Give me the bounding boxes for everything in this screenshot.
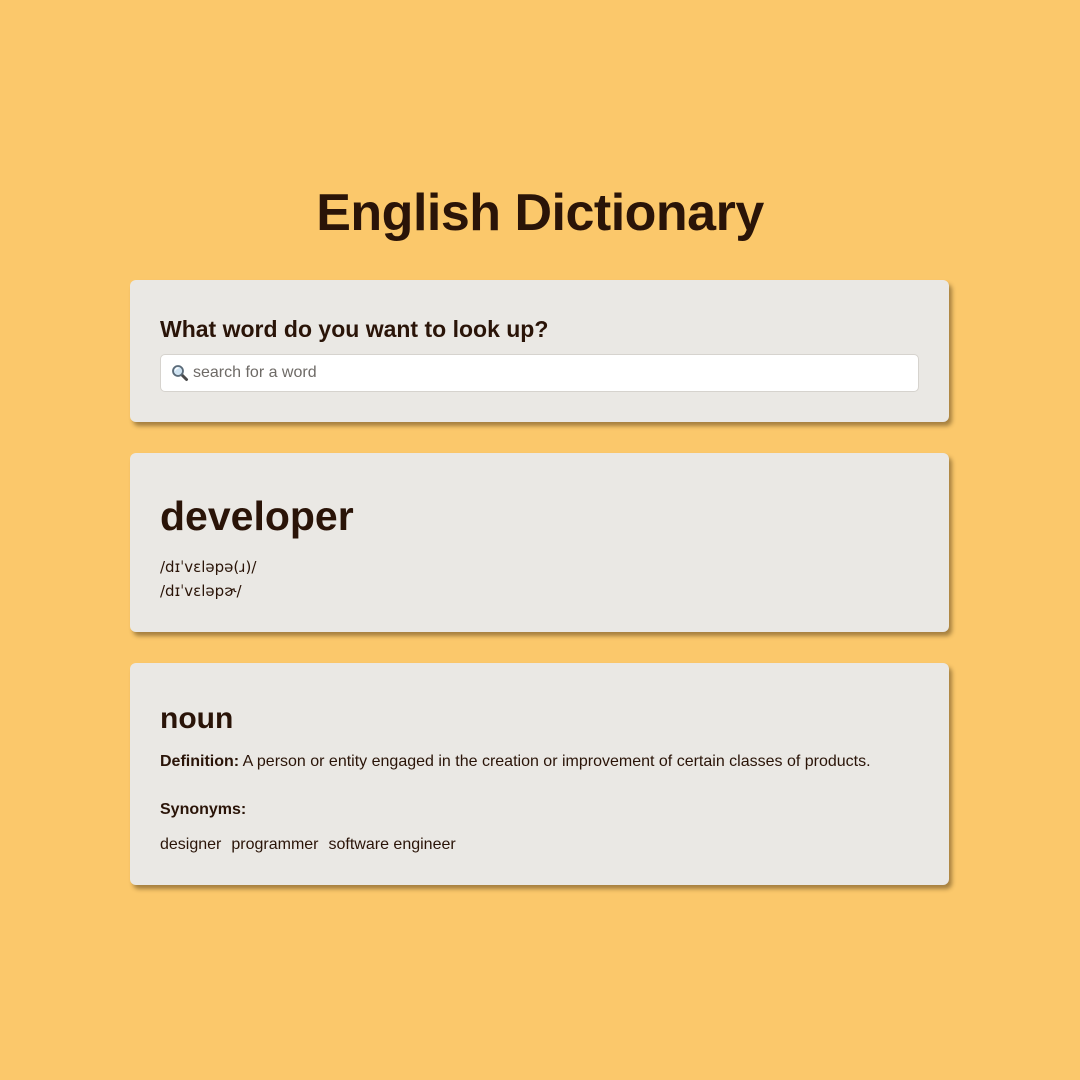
definition-text: A person or entity engaged in the creati… (242, 753, 871, 770)
search-prompt: What word do you want to look up? (160, 316, 549, 342)
synonym-item[interactable]: designer (160, 835, 221, 855)
synonym-item[interactable]: software engineer (329, 835, 456, 855)
search-card: What word do you want to look up? (130, 280, 949, 422)
phonetic-uk: /dɪˈvɛləpə(ɹ)/ (160, 558, 257, 576)
synonym-item[interactable]: programmer (231, 835, 318, 855)
definition-label: Definition: (160, 753, 240, 770)
synonyms-list: designer programmer software engineer (160, 835, 456, 855)
meaning-card: noun Definition: A person or entity enga… (130, 663, 949, 885)
phonetic-us: /dɪˈvɛləpɚ/ (160, 582, 242, 600)
magnifying-glass-icon (171, 364, 189, 382)
word-heading: developer (160, 493, 354, 539)
part-of-speech: noun (160, 702, 234, 735)
word-card: developer /dɪˈvɛləpə(ɹ)/ /dɪˈvɛləpɚ/ (130, 453, 949, 632)
synonyms-label: Synonyms: (160, 801, 247, 818)
search-input[interactable] (193, 355, 918, 391)
definition: Definition: A person or entity engaged i… (160, 752, 871, 772)
search-box[interactable] (160, 354, 919, 392)
page-title: English Dictionary (316, 184, 764, 242)
